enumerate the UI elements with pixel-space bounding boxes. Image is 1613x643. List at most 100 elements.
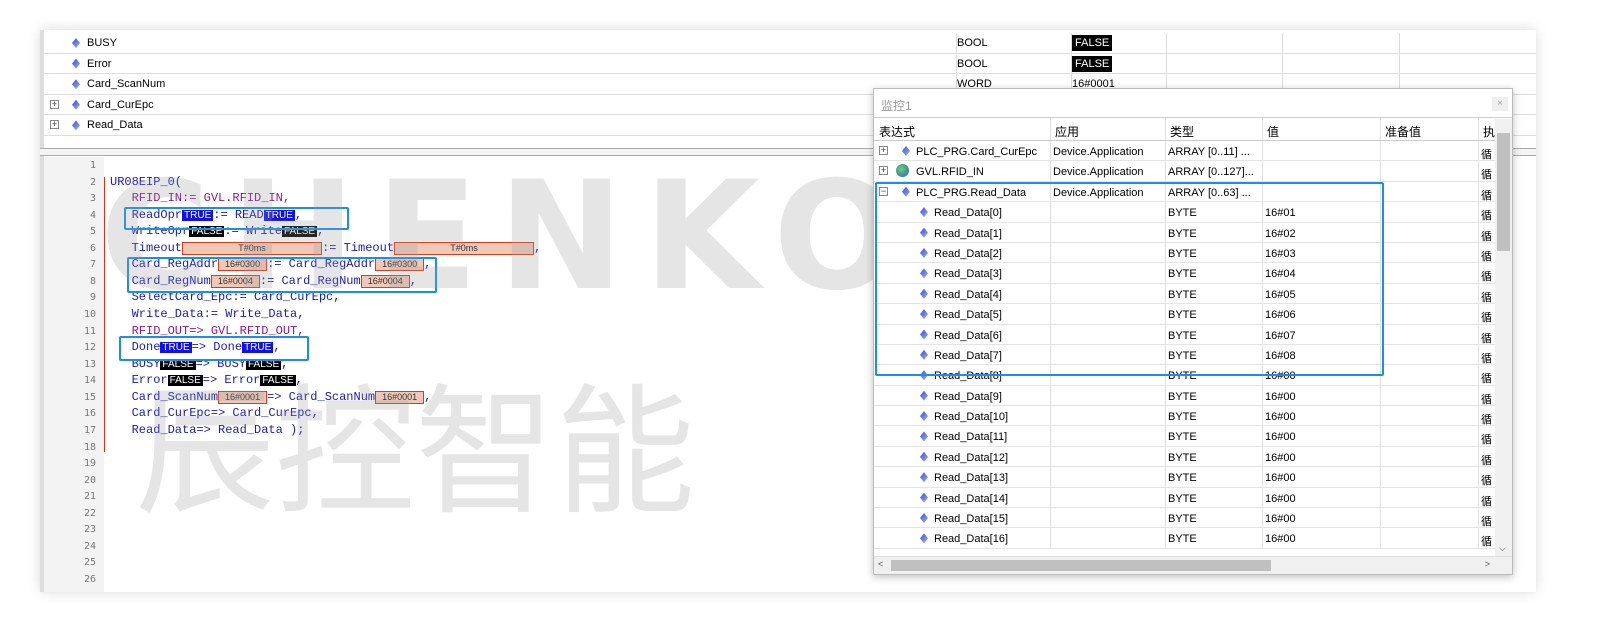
line-number: 25 (83, 557, 96, 569)
expand-icon[interactable]: + (50, 99, 59, 109)
column-divider (1380, 161, 1381, 181)
expand-icon[interactable]: + (879, 146, 888, 155)
column-divider (1478, 426, 1479, 446)
line-number: 24 (83, 540, 96, 552)
scroll-right-icon[interactable]: > (1485, 559, 1490, 569)
expand-icon[interactable]: + (879, 166, 888, 176)
scrollbar-thumb[interactable] (891, 560, 1271, 571)
live-value[interactable]: T#0ms (182, 241, 323, 255)
watch-value: 16#00 (1265, 411, 1296, 424)
column-divider (1050, 406, 1051, 426)
column-divider (1050, 467, 1051, 487)
column-divider (1478, 487, 1479, 508)
column-header[interactable]: 准备值 (1385, 123, 1421, 140)
column-header[interactable]: 表达式 (879, 123, 915, 140)
column-divider (1478, 528, 1479, 548)
column-divider (1380, 141, 1381, 161)
column-divider (1165, 508, 1166, 528)
code-token: Card_CurEpc=> Card_CurEpc, (110, 406, 319, 421)
variable-name: Card_CurEpc (87, 98, 154, 111)
column-header[interactable]: 执 (1483, 123, 1495, 140)
watch-row[interactable]: + PLC_PRG.Card_CurEpc Device.Application AR… (874, 141, 1512, 162)
highlight-box-reg (127, 257, 437, 293)
column-divider (1262, 487, 1263, 508)
code-line[interactable]: Read_Data=> Read_Data ); (110, 423, 305, 437)
watch-row[interactable]: Read_Data[16] BYTE 16#00 循 (874, 528, 1512, 549)
expand-icon[interactable]: + (50, 120, 59, 130)
watch-value: 16#00 (1265, 451, 1296, 464)
scroll-down-icon[interactable]: ⌵ (1499, 543, 1506, 554)
live-value[interactable]: 16#0001 (375, 390, 425, 404)
horizontal-scrollbar[interactable]: < > (874, 556, 1512, 574)
line-number: 21 (83, 491, 96, 503)
watch-exec: 循 (1481, 393, 1492, 406)
line-number: 13 (83, 358, 96, 370)
watch-row[interactable]: Read_Data[15] BYTE 16#00 循 (874, 508, 1512, 529)
column-divider (1166, 53, 1167, 74)
live-value[interactable]: FALSE (167, 375, 203, 387)
watch-row[interactable]: Read_Data[13] BYTE 16#00 循 (874, 467, 1512, 488)
variable-row[interactable]: Error BOOL FALSE (44, 53, 1536, 75)
line-number: 17 (83, 424, 96, 436)
line-number: 2 (89, 176, 96, 188)
close-icon[interactable]: × (1492, 97, 1508, 111)
watch-application: Device.Application (1053, 166, 1144, 179)
code-token: RFID_IN:= GVL.RFID_IN, (110, 191, 291, 206)
column-divider (1282, 33, 1283, 53)
variable-name: Read_Data (87, 119, 143, 132)
watch-expression: Read_Data[16] (934, 533, 1008, 546)
code-token: => Error (202, 373, 261, 388)
column-divider (1478, 446, 1479, 467)
line-number: 11 (83, 325, 96, 337)
code-token: := Timeout (322, 240, 395, 255)
variable-icon (920, 492, 928, 503)
live-value[interactable]: T#0ms (394, 241, 535, 255)
watch-type: BYTE (1168, 411, 1197, 424)
column-divider (1478, 406, 1479, 426)
column-divider (1262, 528, 1263, 548)
code-line[interactable]: Card_ScanNum 16#0001 => Card_ScanNum 16#000… (110, 390, 431, 404)
code-line[interactable]: UR08EIP_0( (110, 175, 182, 189)
scroll-left-icon[interactable]: < (878, 559, 883, 569)
column-divider (1050, 508, 1051, 528)
watch-expression: Read_Data[9] (934, 390, 1002, 403)
code-line[interactable]: Write_Data:= Write_Data, (110, 307, 305, 321)
code-token: , (295, 373, 303, 388)
column-divider (1380, 528, 1381, 548)
code-line[interactable]: Error FALSE => Error FALSE, (110, 373, 303, 387)
watch-row[interactable]: Read_Data[10] BYTE 16#00 循 (874, 406, 1512, 427)
live-value[interactable]: 16#0001 (218, 390, 268, 404)
variable-icon (920, 451, 928, 462)
column-divider (1262, 446, 1263, 467)
watch-row[interactable]: Read_Data[11] BYTE 16#00 循 (874, 426, 1512, 447)
watch-value: 16#00 (1265, 513, 1296, 526)
watch-row[interactable]: Read_Data[12] BYTE 16#00 循 (874, 446, 1512, 468)
watch-exec: 循 (1481, 271, 1492, 284)
globe-icon (896, 164, 909, 178)
vertical-scrollbar[interactable]: ⌵ (1495, 119, 1512, 556)
code-line[interactable]: Card_CurEpc=> Card_CurEpc, (110, 406, 319, 420)
column-divider (1399, 53, 1400, 74)
line-number: 18 (83, 441, 96, 453)
column-divider (1262, 426, 1263, 446)
watch-exec: 循 (1481, 352, 1492, 365)
variable-value: FALSE (1072, 35, 1113, 51)
code-line[interactable]: RFID_IN:= GVL.RFID_IN, (110, 191, 290, 205)
watch-row[interactable]: Read_Data[14] BYTE 16#00 循 (874, 487, 1512, 509)
column-header[interactable]: 值 (1267, 123, 1279, 140)
watch-row[interactable]: Read_Data[9] BYTE 16#00 循 (874, 385, 1512, 407)
column-divider (1380, 487, 1381, 508)
watch-type: ARRAY [0..127]... (1168, 166, 1254, 179)
watch-row[interactable]: + GVL.RFID_IN Device.Application ARRAY [0..… (874, 161, 1512, 182)
code-line[interactable]: Timeout T#0ms:= Timeout T#0ms, (110, 241, 541, 255)
watch-expression: Read_Data[11] (934, 431, 1008, 444)
variable-name: BUSY (87, 37, 117, 49)
live-value[interactable]: FALSE (260, 375, 296, 387)
column-header[interactable]: 类型 (1170, 123, 1194, 140)
scrollbar-thumb[interactable] (1497, 133, 1510, 251)
column-divider (1050, 118, 1051, 140)
column-header[interactable]: 应用 (1055, 123, 1079, 140)
column-divider (1380, 426, 1381, 446)
variable-row[interactable]: BUSY BOOL FALSE (44, 33, 1536, 54)
code-token: , (424, 389, 432, 404)
